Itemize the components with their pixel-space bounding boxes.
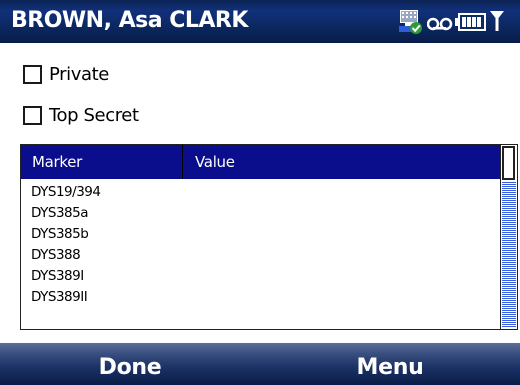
private-checkbox[interactable] xyxy=(23,64,42,84)
voicemail-icon[interactable] xyxy=(426,16,453,36)
battery-icon xyxy=(455,12,487,36)
scrollbar-thumb[interactable] xyxy=(502,146,515,180)
private-label: Private xyxy=(49,63,109,85)
top-secret-checkbox[interactable] xyxy=(23,105,42,125)
scrollbar-track[interactable] xyxy=(502,182,516,328)
list-rows: DYS19/394 DYS385a DYS385b DYS388 DYS389I… xyxy=(21,182,501,308)
status-icons xyxy=(398,9,508,35)
column-header-marker[interactable]: Marker xyxy=(21,145,183,179)
menu-softkey[interactable]: Menu xyxy=(260,343,520,385)
list-item[interactable]: DYS388 xyxy=(21,245,501,266)
list-item[interactable]: DYS385b xyxy=(21,224,501,245)
top-secret-label: Top Secret xyxy=(49,104,139,126)
list-header: Marker Value xyxy=(21,145,501,179)
connectivity-icon[interactable] xyxy=(398,9,424,39)
list-item[interactable]: DYS389I xyxy=(21,266,501,287)
vertical-scrollbar[interactable] xyxy=(500,145,517,329)
done-softkey[interactable]: Done xyxy=(0,343,260,385)
device-screen: BROWN, Asa CLARK Private Top Secret Mark… xyxy=(0,0,520,385)
column-header-value[interactable]: Value xyxy=(183,145,501,179)
list-item[interactable]: DYS385a xyxy=(21,203,501,224)
signal-icon xyxy=(489,9,505,37)
page-title: BROWN, Asa CLARK xyxy=(11,8,248,33)
list-item[interactable]: DYS19/394 xyxy=(21,182,501,203)
list-item[interactable]: DYS389II xyxy=(21,287,501,308)
top-secret-checkbox-row[interactable]: Top Secret xyxy=(23,101,139,129)
title-bar: BROWN, Asa CLARK xyxy=(0,0,520,43)
softkey-bar: Done Menu xyxy=(0,343,520,385)
marker-list[interactable]: Marker Value DYS19/394 DYS385a DYS385b D… xyxy=(20,144,518,330)
private-checkbox-row[interactable]: Private xyxy=(23,60,109,88)
